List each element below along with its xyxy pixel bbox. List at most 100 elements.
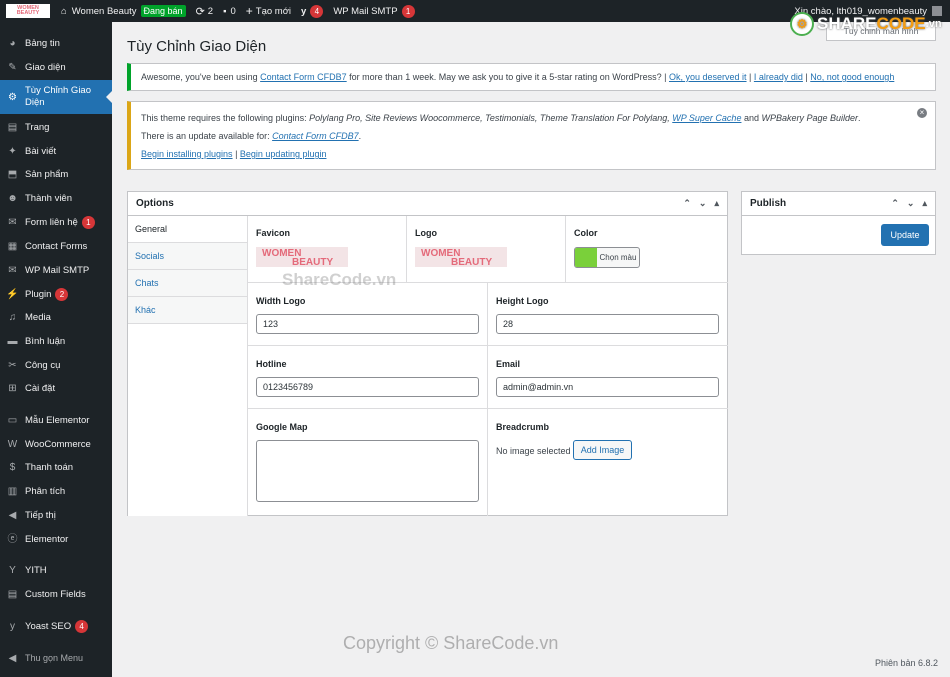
smtp-icon: ✉: [8, 264, 17, 276]
menu-label: Plugin: [25, 288, 52, 300]
menu-item-customize[interactable]: ⚙ Tùy Chỉnh Giao Diện: [0, 80, 112, 114]
comments-count: 0: [230, 5, 236, 17]
tab-general[interactable]: General: [128, 216, 247, 243]
mail-icon: ✉: [8, 216, 17, 228]
move-down-icon[interactable]: ⌄: [699, 198, 707, 209]
update-button[interactable]: Update: [881, 224, 929, 246]
rate-no-link[interactable]: No, not good enough: [810, 72, 894, 82]
favicon-image[interactable]: WOMEN BEAUTY: [256, 247, 348, 268]
move-up-icon[interactable]: ⌃: [891, 198, 899, 209]
analytics-icon: ▥: [7, 485, 18, 497]
menu-label: Sản phẩm: [25, 168, 69, 180]
width-logo-input[interactable]: 123: [256, 314, 479, 334]
menu-label: Thu gọn Menu: [25, 653, 84, 663]
menu-item-plugins[interactable]: ⚡ Plugin 2: [0, 285, 112, 303]
menu-label: Tiếp thị: [25, 509, 56, 521]
notice-text: for more than 1 week. May we ask you to …: [346, 72, 669, 82]
menu-item-media[interactable]: ♫ Media: [0, 308, 112, 326]
menu-item-tools[interactable]: ✂ Công cụ: [0, 356, 112, 374]
menu-item-appearance[interactable]: ✎ Giao diện: [0, 58, 112, 76]
sharecode-logo: ⚙ SHARE CODE .vn: [790, 12, 942, 36]
dismiss-icon[interactable]: ×: [917, 108, 927, 118]
menu-label: Thanh toán: [25, 461, 74, 473]
toggle-icon[interactable]: ▴: [714, 198, 719, 209]
google-map-cell: Google Map: [248, 409, 488, 516]
site-logo[interactable]: WOMEN BEAUTY: [6, 4, 50, 18]
menu-item-contact-form[interactable]: ✉ Form liên hệ 1: [0, 213, 112, 231]
wp-super-cache-link[interactable]: WP Super Cache: [672, 113, 741, 123]
rate-done-link[interactable]: I already did: [754, 72, 803, 82]
menu-item-pages[interactable]: ▤ Trang: [0, 118, 112, 136]
menu-item-dashboard[interactable]: ◕ Bảng tin: [0, 34, 112, 52]
megaphone-icon: ◀: [8, 509, 17, 521]
update-available-line: There is an update available for: Contac…: [141, 127, 925, 145]
height-logo-input[interactable]: 28: [496, 314, 719, 334]
cfdb7-link[interactable]: Contact Form CFDB7: [260, 72, 347, 82]
menu-item-posts[interactable]: ✦ Bài viết: [0, 142, 112, 160]
menu-item-comments[interactable]: ▬ Bình luận: [0, 332, 112, 350]
menu-item-custom-fields[interactable]: ▤ Custom Fields: [0, 585, 112, 603]
menu-item-settings[interactable]: ⊞ Cài đặt: [0, 379, 112, 397]
color-label: Color: [574, 228, 598, 238]
menu-label: Trang: [25, 121, 50, 133]
add-image-button[interactable]: Add Image: [573, 440, 632, 460]
menu-item-elementor[interactable]: ⓔ Elementor: [0, 530, 112, 548]
menu-item-payments[interactable]: $ Thanh toán: [0, 458, 112, 476]
menu-item-users[interactable]: ☻ Thành viên: [0, 189, 112, 207]
yith-icon: Y: [9, 564, 16, 576]
fields-icon: ▤: [7, 588, 18, 600]
comments-link[interactable]: ▪ 0: [218, 0, 241, 22]
menu-label: Bảng tin: [25, 37, 60, 49]
notice-text: Awesome, you've been using: [141, 72, 261, 82]
menu-label: WooCommerce: [25, 438, 91, 450]
menu-badge: 4: [75, 619, 89, 633]
options-box: Options ⌃ ⌄ ▴ General Socials Chats Khác F…: [127, 191, 728, 516]
menu-label: YITH: [25, 564, 47, 576]
media-icon: ♫: [8, 311, 17, 323]
width-logo-cell: Width Logo 123: [248, 283, 488, 346]
new-content-link[interactable]: + Tạo mới: [241, 0, 296, 22]
menu-item-marketing[interactable]: ◀ Tiếp thị: [0, 506, 112, 524]
site-name-link[interactable]: ⌂ Women Beauty Đang bán: [56, 0, 191, 22]
menu-item-woocommerce[interactable]: W WooCommerce: [0, 435, 112, 453]
smtp-link[interactable]: WP Mail SMTP 1: [328, 0, 419, 22]
pages-icon: ▤: [7, 121, 18, 133]
tab-other[interactable]: Khác: [128, 297, 247, 324]
rate-ok-link[interactable]: Ok, you deserved it: [669, 72, 747, 82]
comment-icon: ▪: [223, 5, 227, 17]
menu-item-smtp[interactable]: ✉ WP Mail SMTP: [0, 261, 112, 279]
tab-chats[interactable]: Chats: [128, 270, 247, 297]
menu-item-contact-forms[interactable]: ▦ Contact Forms: [0, 237, 112, 255]
menu-item-yoast[interactable]: y Yoast SEO 4: [0, 617, 112, 635]
color-picker-button[interactable]: Chọn màu: [574, 247, 640, 268]
cfdb7-update-link[interactable]: Contact Form CFDB7: [272, 131, 359, 141]
menu-badge: 1: [81, 215, 95, 229]
plugin-icon: ⚡: [6, 288, 19, 300]
menu-item-products[interactable]: ⬒ Sản phẩm: [0, 165, 112, 183]
hotline-input[interactable]: 0123456789: [256, 377, 479, 397]
yoast-link[interactable]: y 4: [296, 0, 328, 22]
products-icon: ⬒: [7, 168, 18, 180]
menu-item-elementor-templates[interactable]: ▭ Mẫu Elementor: [0, 411, 112, 429]
move-up-icon[interactable]: ⌃: [683, 198, 691, 209]
logo-label: Logo: [415, 228, 437, 238]
menu-label: Phân tích: [25, 485, 66, 497]
updates-link[interactable]: ⟳ 2: [191, 0, 219, 22]
move-down-icon[interactable]: ⌄: [907, 198, 915, 209]
notice-text: and: [741, 113, 762, 123]
breadcrumb-label: Breadcrumb: [496, 422, 550, 432]
menu-item-analytics[interactable]: ▥ Phân tích: [0, 482, 112, 500]
begin-updating-link[interactable]: Begin updating plugin: [240, 149, 327, 159]
collapse-menu-button[interactable]: ◀ Thu gọn Menu: [0, 649, 112, 667]
plus-icon: +: [245, 4, 253, 18]
smtp-label: WP Mail SMTP: [333, 5, 398, 17]
begin-installing-link[interactable]: Begin installing plugins: [141, 149, 233, 159]
toggle-icon[interactable]: ▴: [922, 198, 927, 209]
height-logo-label: Height Logo: [496, 296, 549, 306]
menu-label: Yoast SEO: [25, 620, 72, 632]
logo-image[interactable]: WOMEN BEAUTY: [415, 247, 507, 268]
email-input[interactable]: admin@admin.vn: [496, 377, 719, 397]
google-map-textarea[interactable]: [256, 440, 479, 502]
menu-item-yith[interactable]: Y YITH: [0, 561, 112, 579]
tab-socials[interactable]: Socials: [128, 243, 247, 270]
